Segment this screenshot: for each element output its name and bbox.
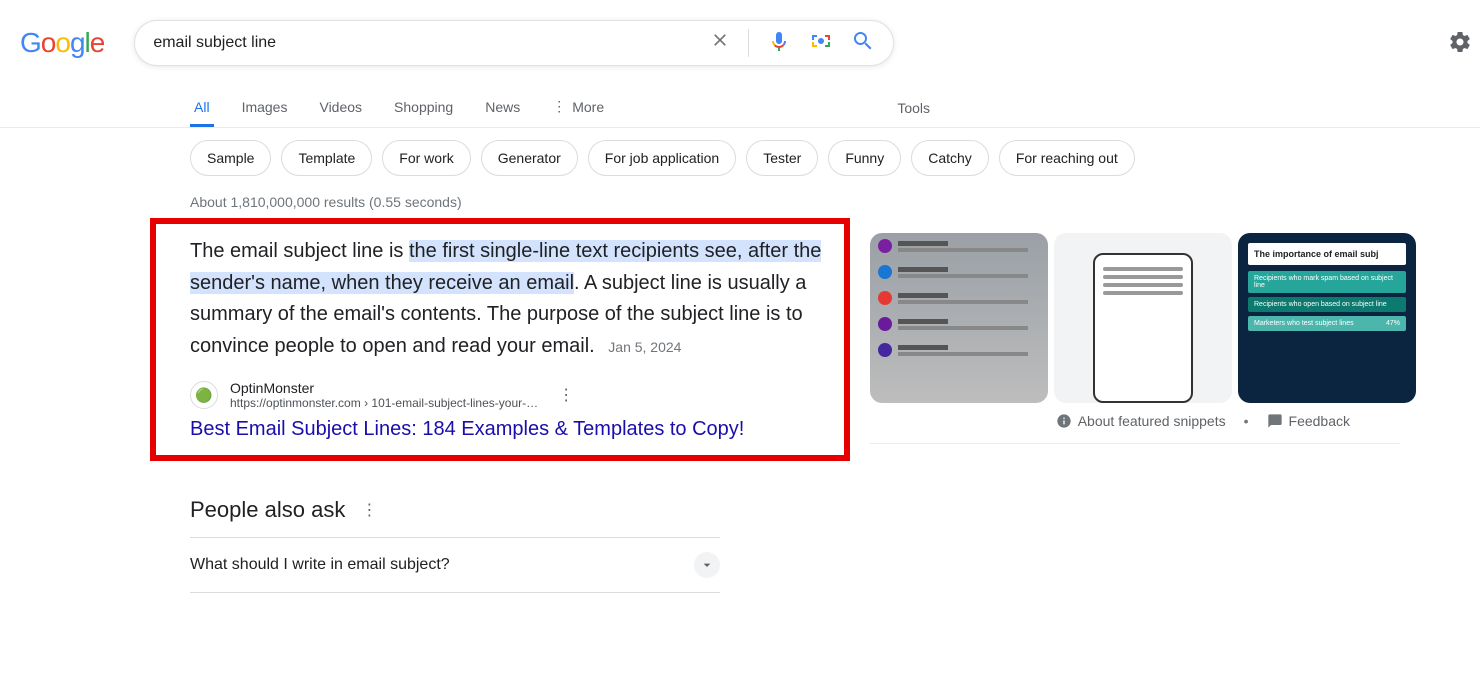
paa-menu-icon[interactable]: ⋮ — [361, 500, 377, 520]
tab-more[interactable]: ⋮ More — [548, 88, 608, 127]
paa-question-1[interactable]: What should I write in email subject? — [190, 537, 720, 593]
image-thumbnails: The importance of email subj Recipients … — [850, 218, 1416, 403]
more-dots-icon: ⋮ — [552, 98, 566, 115]
tab-news[interactable]: News — [481, 89, 524, 127]
lens-icon[interactable] — [809, 29, 833, 58]
about-featured-snippets[interactable]: About featured snippets — [1056, 413, 1226, 429]
result-stats: About 1,810,000,000 results (0.55 second… — [0, 176, 1480, 218]
source-url: https://optinmonster.com › 101-email-sub… — [230, 396, 538, 410]
chips-row: Sample Template For work Generator For j… — [0, 128, 1480, 176]
snippet-text: The email subject line is the first sing… — [190, 236, 826, 362]
tab-shopping[interactable]: Shopping — [390, 89, 457, 127]
result-title-link[interactable]: Best Email Subject Lines: 184 Examples &… — [190, 418, 826, 441]
tab-images[interactable]: Images — [238, 89, 292, 127]
mic-icon[interactable] — [767, 29, 791, 58]
source-name: OptinMonster — [230, 380, 538, 396]
result-menu-icon[interactable]: ⋮ — [558, 385, 574, 405]
feedback-link[interactable]: Feedback — [1267, 413, 1350, 429]
featured-snippet: The email subject line is the first sing… — [150, 218, 850, 461]
chip-sample[interactable]: Sample — [190, 140, 271, 176]
google-logo[interactable]: Google — [20, 27, 104, 59]
search-bar — [134, 20, 894, 66]
tabbar: All Images Videos Shopping News ⋮ More T… — [0, 88, 1480, 128]
chip-generator[interactable]: Generator — [481, 140, 578, 176]
tools-button[interactable]: Tools — [897, 100, 930, 116]
chip-funny[interactable]: Funny — [828, 140, 901, 176]
feedback-icon — [1267, 413, 1283, 429]
chip-for-reaching-out[interactable]: For reaching out — [999, 140, 1135, 176]
chip-catchy[interactable]: Catchy — [911, 140, 989, 176]
thumbnail-2[interactable] — [1054, 233, 1232, 403]
info-icon — [1056, 413, 1072, 429]
chevron-down-icon — [694, 552, 720, 578]
result-source: 🟢 OptinMonster https://optinmonster.com … — [190, 380, 826, 410]
snippet-date: Jan 5, 2024 — [608, 339, 681, 355]
clear-icon[interactable] — [710, 30, 730, 56]
thumbnail-1[interactable] — [870, 233, 1048, 403]
chip-for-job-application[interactable]: For job application — [588, 140, 736, 176]
search-input[interactable] — [153, 34, 710, 52]
divider — [748, 29, 749, 57]
gear-icon[interactable] — [1448, 30, 1472, 59]
chip-tester[interactable]: Tester — [746, 140, 818, 176]
chip-for-work[interactable]: For work — [382, 140, 470, 176]
people-also-ask: People also ask ⋮ What should I write in… — [0, 461, 720, 593]
favicon-icon: 🟢 — [190, 381, 218, 409]
paa-heading: People also ask — [190, 497, 345, 523]
tab-videos[interactable]: Videos — [315, 89, 366, 127]
tab-all[interactable]: All — [190, 89, 214, 127]
search-icon[interactable] — [851, 29, 875, 58]
thumbnail-3[interactable]: The importance of email subj Recipients … — [1238, 233, 1416, 403]
chip-template[interactable]: Template — [281, 140, 372, 176]
snippet-footer: About featured snippets • Feedback — [870, 403, 1400, 444]
